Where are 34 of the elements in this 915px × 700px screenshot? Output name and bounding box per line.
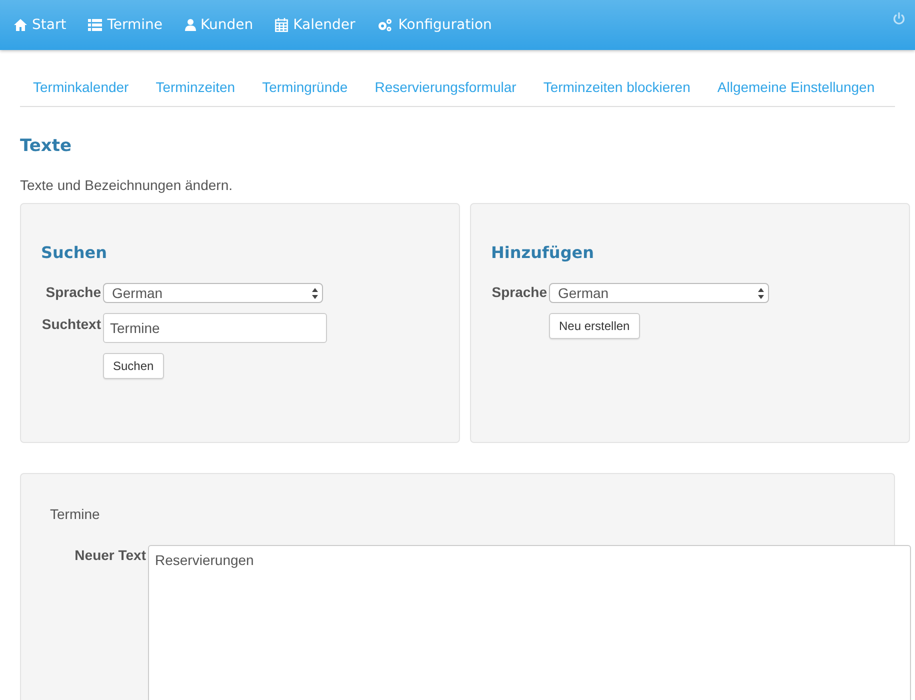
language-select[interactable]: German [549, 283, 769, 303]
search-field[interactable]: Termine [103, 313, 327, 343]
field-label: Neuer Text [74, 546, 146, 563]
sort-arrows-icon [312, 288, 318, 298]
field-label: Sprache [44, 283, 101, 300]
nav-item[interactable]: Start [8, 9, 72, 41]
field-label: Suchtext [41, 315, 101, 332]
nav-item[interactable]: Kunden [178, 9, 260, 41]
tab[interactable]: Terminzeiten [142, 77, 248, 97]
panel-title: Hinzufügen [491, 243, 596, 262]
nav-item[interactable]: Kalender [269, 9, 362, 41]
field-label: Sprache [491, 283, 547, 300]
tab[interactable]: Terminzeiten blockieren [530, 77, 704, 97]
sort-arrows-icon [758, 288, 764, 298]
nav-item[interactable]: Termine [82, 9, 169, 41]
tab[interactable]: Reservierungsformular [362, 77, 530, 97]
user-icon [184, 19, 196, 31]
nav-item[interactable]: Konfiguration [371, 9, 498, 41]
home-icon [14, 19, 27, 31]
page-title: Texte [20, 136, 72, 156]
tab[interactable]: Termingründe [249, 77, 361, 97]
search-button[interactable]: Suchen [103, 353, 164, 379]
language-select[interactable]: German [103, 283, 323, 303]
power-icon[interactable] [893, 12, 905, 25]
panel-title: Suchen [41, 243, 108, 262]
tab[interactable]: Terminkalender [20, 77, 142, 97]
gears-icon [377, 18, 394, 32]
calendar-icon [275, 18, 288, 32]
page-description: Texte und Bezeichnungen ändern. [20, 177, 234, 193]
list-icon [88, 19, 102, 31]
text-key: Termine [50, 506, 100, 522]
tab[interactable]: Allgemeine Einstellungen [704, 77, 888, 97]
create-button[interactable]: Neu erstellen [549, 313, 640, 339]
text-area[interactable]: Reservierungen [148, 545, 911, 700]
